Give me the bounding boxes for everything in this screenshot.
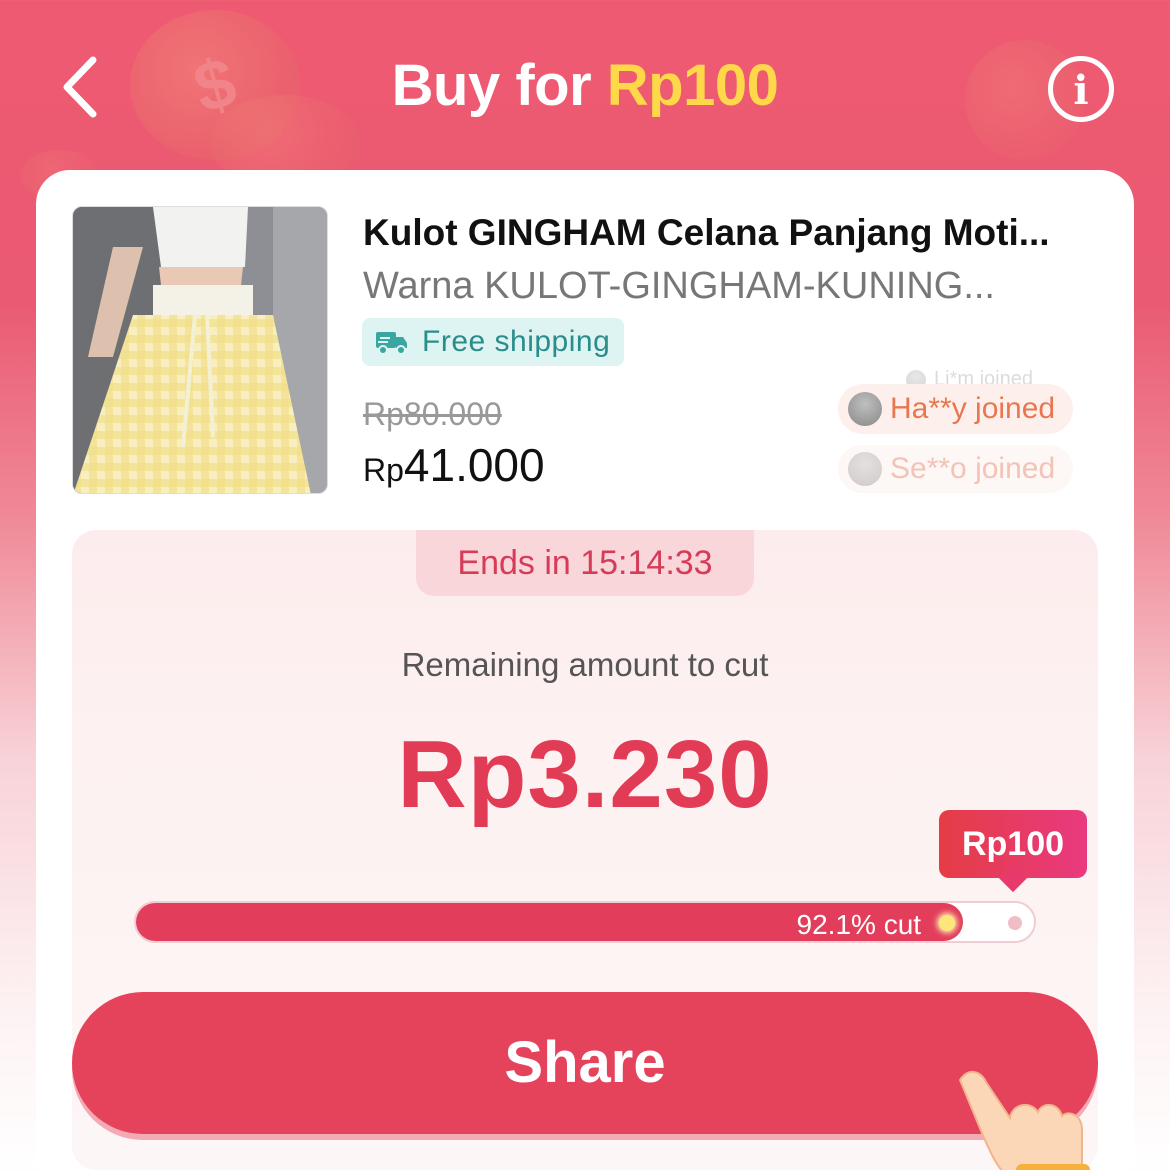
target-price-tag: Rp100	[939, 810, 1087, 893]
progress-knob	[939, 915, 956, 931]
progress-label: 92.1% cut	[796, 909, 922, 940]
product-variant: Warna KULOT-GINGHAM-KUNING...	[363, 265, 995, 307]
info-icon: i	[1073, 67, 1089, 114]
cut-progress-bar: 92.1% cut	[134, 901, 1036, 943]
remaining-label: Remaining amount to cut	[401, 646, 769, 683]
info-button[interactable]: i	[1048, 56, 1114, 122]
title-price: Rp100	[606, 53, 779, 118]
joined-text: Se**o joined	[890, 452, 1056, 485]
share-button[interactable]: Share	[72, 992, 1098, 1134]
header: Buy for Rp100 i	[0, 0, 1170, 170]
joined-notice: Se**o joined	[838, 445, 1074, 493]
countdown-timer: Ends in 15:14:33	[416, 530, 754, 596]
bargain-card: Kulot GINGHAM Celana Panjang Moti... War…	[36, 170, 1134, 1170]
avatar	[848, 452, 882, 486]
target-price: Rp100	[961, 825, 1065, 863]
truck-icon	[376, 332, 407, 355]
price-amount: 41.000	[403, 439, 545, 491]
price-currency: Rp	[363, 452, 404, 488]
free-shipping-badge: Free shipping	[362, 318, 625, 366]
free-shipping-label: Free shipping	[422, 325, 611, 358]
original-price: Rp80.000	[363, 396, 502, 432]
joined-notice: Ha**y joined	[838, 384, 1074, 434]
product-photo	[73, 207, 327, 493]
title-prefix: Buy for	[391, 53, 607, 118]
product-name[interactable]: Kulot GINGHAM Celana Panjang Moti...	[363, 212, 1103, 254]
product-image[interactable]	[72, 206, 328, 494]
progress-fill: 92.1% cut	[136, 903, 964, 941]
avatar	[848, 392, 882, 426]
sale-price: Rp41.000	[363, 438, 545, 492]
pointing-hand-icon	[958, 1071, 1090, 1170]
joined-text: Ha**y joined	[890, 392, 1056, 425]
page-title: Buy for Rp100	[0, 52, 1170, 119]
progress-end-point	[1008, 916, 1022, 930]
